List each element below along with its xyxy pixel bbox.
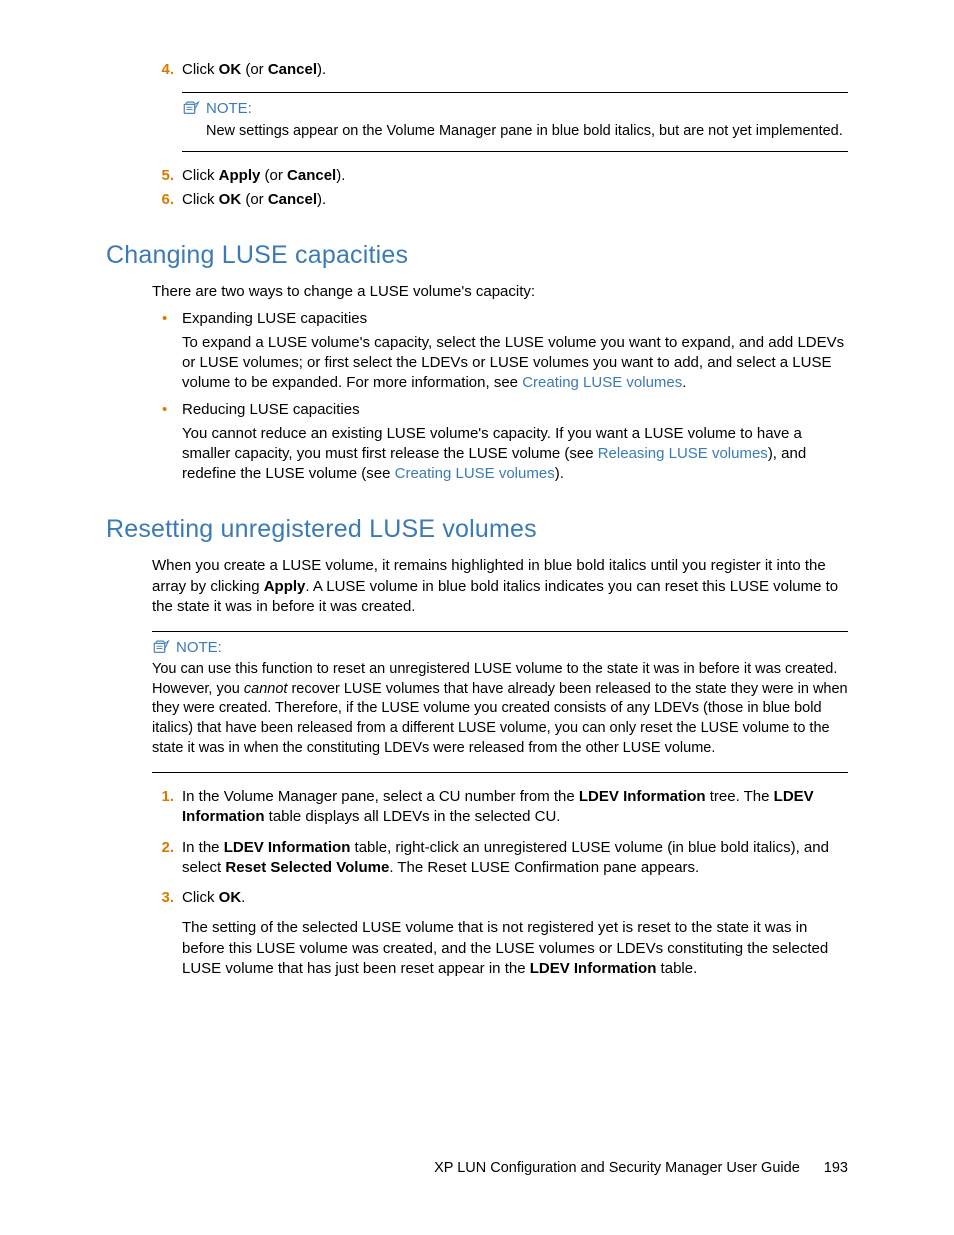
bullet-body: You cannot reduce an existing LUSE volum… (182, 424, 848, 485)
top-steps-list-cont: 5. Click Apply (or Cancel). 6. Click OK … (106, 166, 848, 211)
step-5: 5. Click Apply (or Cancel). (152, 166, 848, 186)
step-1: 1. In the Volume Manager pane, select a … (152, 787, 848, 828)
note-icon (182, 100, 200, 119)
section1-intro: There are two ways to change a LUSE volu… (152, 282, 848, 302)
step-text: Click OK (or Cancel). (182, 191, 326, 208)
heading-resetting-luse: Resetting unregistered LUSE volumes (106, 513, 848, 547)
bullet-head: Expanding LUSE capacities (182, 310, 367, 327)
step-3: 3. Click OK. The setting of the selected… (152, 888, 848, 979)
link-releasing-luse[interactable]: Releasing LUSE volumes (598, 445, 768, 462)
step-2: 2. In the LDEV Information table, right-… (152, 838, 848, 879)
step-text: In the Volume Manager pane, select a CU … (182, 788, 814, 825)
step-number: 6. (152, 190, 174, 210)
bullet-reducing: Reducing LUSE capacities You cannot redu… (152, 400, 848, 485)
link-creating-luse-2[interactable]: Creating LUSE volumes (395, 465, 555, 482)
step-text: Click OK (or Cancel). (182, 61, 326, 78)
step-text: Click Apply (or Cancel). (182, 167, 345, 184)
step-extra: The setting of the selected LUSE volume … (182, 918, 848, 979)
step-number: 5. (152, 166, 174, 186)
section2-intro: When you create a LUSE volume, it remain… (152, 556, 848, 617)
bullet-body: To expand a LUSE volume's capacity, sele… (182, 333, 848, 394)
note-block-1: NOTE: New settings appear on the Volume … (182, 92, 848, 152)
step-number: 2. (152, 838, 174, 858)
page-footer: XP LUN Configuration and Security Manage… (434, 1159, 848, 1179)
link-creating-luse-1[interactable]: Creating LUSE volumes (522, 374, 682, 391)
step-number: 1. (152, 787, 174, 807)
heading-changing-luse: Changing LUSE capacities (106, 239, 848, 273)
page-number: 193 (824, 1159, 848, 1179)
step-4: 4. Click OK (or Cancel). (152, 60, 848, 80)
bullet-list: Expanding LUSE capacities To expand a LU… (152, 309, 848, 485)
note-icon (152, 639, 170, 658)
note-body: You can use this function to reset an un… (152, 660, 848, 758)
step-text: Click OK. (182, 889, 245, 906)
step-text: In the LDEV Information table, right-cli… (182, 839, 829, 876)
step-number: 3. (152, 888, 174, 908)
note-label: NOTE: (176, 638, 222, 658)
step-number: 4. (152, 60, 174, 80)
footer-title: XP LUN Configuration and Security Manage… (434, 1160, 800, 1176)
bottom-steps-list: 1. In the Volume Manager pane, select a … (106, 787, 848, 979)
step-6: 6. Click OK (or Cancel). (152, 190, 848, 210)
note-block-2: NOTE: You can use this function to reset… (152, 631, 848, 773)
bullet-expanding: Expanding LUSE capacities To expand a LU… (152, 309, 848, 394)
note-label: NOTE: (206, 99, 252, 119)
bullet-head: Reducing LUSE capacities (182, 401, 360, 418)
top-steps-list: 4. Click OK (or Cancel). (106, 60, 848, 80)
note-body: New settings appear on the Volume Manage… (206, 122, 848, 142)
